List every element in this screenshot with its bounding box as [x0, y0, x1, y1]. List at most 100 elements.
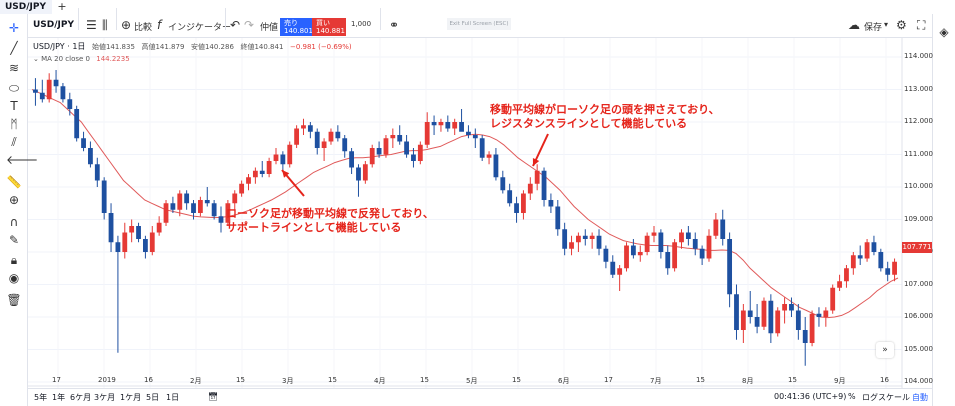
candle-body [46, 79, 52, 100]
candlestick-chart[interactable] [28, 38, 932, 406]
candle-body [823, 310, 829, 317]
ruler-icon[interactable]: 📏 [6, 174, 22, 190]
divider [116, 8, 117, 30]
log-scale-button[interactable]: ログスケール [862, 392, 910, 403]
fib-tools-icon[interactable]: ≋ [6, 60, 22, 76]
candle-body [850, 255, 856, 269]
calendar-icon[interactable]: 📅︎ [208, 392, 218, 401]
auto-scale-button[interactable]: 自動 [912, 392, 928, 403]
range-button[interactable]: 5日 [146, 392, 159, 403]
legend-change: −0.981 (−0.69%) [289, 43, 352, 51]
indicators-icon[interactable]: f [157, 17, 161, 33]
range-button[interactable]: 5年 [34, 392, 47, 403]
candle-body [191, 203, 196, 213]
time-tick-label: 15 [696, 376, 705, 384]
buy-button[interactable]: 買い 140.881 [312, 18, 346, 36]
indicators-button[interactable]: インジケーター [168, 20, 231, 33]
buy-price: 140.881 [316, 27, 345, 35]
layers-icon[interactable]: ◈ [936, 24, 952, 40]
candle-body [644, 235, 650, 252]
support-annotation: ローソク足が移動平均線で反発しており、 サポートラインとして機能している [226, 207, 434, 235]
candle-body [486, 154, 492, 158]
candle-body [438, 122, 444, 126]
cloud-icon[interactable]: ☁ [848, 17, 860, 33]
trash-icon[interactable]: 🗑︎ [6, 292, 22, 308]
clock-time[interactable]: 00:41:36 (UTC+9) [774, 392, 846, 401]
candle-body [569, 242, 574, 249]
candle-body [479, 138, 485, 158]
candle-body [136, 226, 141, 239]
compare-button[interactable]: 比較 [134, 20, 152, 33]
resistance-annotation: 移動平均線がローソク足の頭を押さえており、 レジスタンスラインとして機能している [490, 103, 720, 131]
candle-body [679, 232, 684, 243]
lock-icon[interactable]: 🔒︎ [6, 252, 22, 268]
candle-body [301, 125, 306, 129]
candles-style-icon[interactable]: ⫼ [102, 17, 108, 33]
candle-body [273, 154, 279, 161]
price-tick-label: 114.000 [904, 52, 933, 60]
exit-fullscreen-button[interactable]: Exit Full Screen (ESC) [447, 18, 511, 30]
candle-body [548, 200, 554, 207]
candle-body [39, 92, 45, 100]
range-button[interactable]: 1日 [166, 392, 179, 403]
candle-body [589, 235, 595, 239]
candle-body [782, 304, 788, 311]
undo-icon[interactable]: ↶ [230, 17, 240, 33]
compare-add-icon[interactable]: ⊕ [121, 17, 131, 33]
candle-body [617, 268, 623, 275]
candle-body [417, 144, 423, 161]
candle-body [129, 226, 135, 233]
fullscreen-icon[interactable]: ⛶ [917, 17, 925, 33]
chevron-down-icon[interactable]: ▾ [884, 17, 888, 33]
ma-legend[interactable]: ⌄ MA 20 close 0 144.2235 [33, 55, 130, 63]
trend-line-icon[interactable]: ╱ [6, 40, 22, 56]
range-button[interactable]: 1年 [52, 392, 65, 403]
candle-body [74, 109, 80, 139]
candle-body [321, 141, 327, 148]
candle-body [383, 138, 389, 155]
divider [78, 8, 79, 30]
candle-body [156, 222, 162, 233]
ellipse-icon[interactable]: ⬭ [6, 80, 22, 96]
candle-body [411, 154, 416, 161]
link-icon[interactable]: ⚭ [389, 17, 399, 33]
text-tool-icon[interactable]: T [6, 98, 22, 114]
candle-body [541, 170, 547, 200]
forecast-icon[interactable]: ⫽ [6, 134, 22, 150]
eye-icon[interactable]: ◉ [6, 270, 22, 286]
price-tick-label: 112.000 [904, 117, 933, 125]
candle-body [624, 245, 629, 269]
candle-body [892, 261, 897, 275]
time-tick-label: 5月 [466, 377, 478, 385]
zoom-in-icon[interactable]: ⊕ [6, 192, 22, 208]
candle-body [493, 154, 499, 178]
tab-usdjpy[interactable]: USD/JPY [0, 0, 52, 14]
redo-icon[interactable]: ↷ [244, 17, 254, 33]
magnet-icon[interactable]: ∩ [6, 214, 22, 230]
symbol-search-button[interactable]: USD/JPY [33, 20, 74, 30]
settings-gear-icon[interactable]: ⚙ [896, 17, 907, 33]
candle-body [53, 79, 59, 87]
scroll-to-latest-button[interactable]: » [876, 342, 894, 358]
draw-lock-icon[interactable]: ✎ [6, 232, 22, 248]
add-tab-icon[interactable]: + [55, 0, 69, 14]
chevron-down-icon[interactable]: ⌄ [33, 55, 39, 63]
time-tick-label: 15 [328, 376, 337, 384]
support-annotation-line2: サポートラインとして機能している [226, 221, 402, 234]
legend-low: 安値140.286 [190, 43, 234, 51]
pattern-icon[interactable]: ᛗ [6, 116, 22, 132]
candle-body [837, 281, 842, 288]
range-button[interactable]: 3ケ月 [94, 392, 115, 403]
arrow-left-icon[interactable]: 🡐 [6, 152, 38, 168]
candle-body [562, 229, 568, 249]
crosshair-icon[interactable]: ✛ [6, 20, 22, 36]
candle-body [356, 167, 361, 181]
ma20-line [31, 89, 899, 319]
percent-scale-button[interactable]: % [848, 392, 856, 401]
range-button[interactable]: 6ケ月 [70, 392, 91, 403]
quantity-field[interactable]: 1,000 [351, 20, 371, 28]
save-button[interactable]: 保存 [864, 20, 882, 33]
interval-menu-icon[interactable]: ☰ [86, 17, 97, 33]
range-button[interactable]: 1ケ月 [120, 392, 141, 403]
legend-symbol[interactable]: USD/JPY · 1日 [33, 42, 85, 51]
